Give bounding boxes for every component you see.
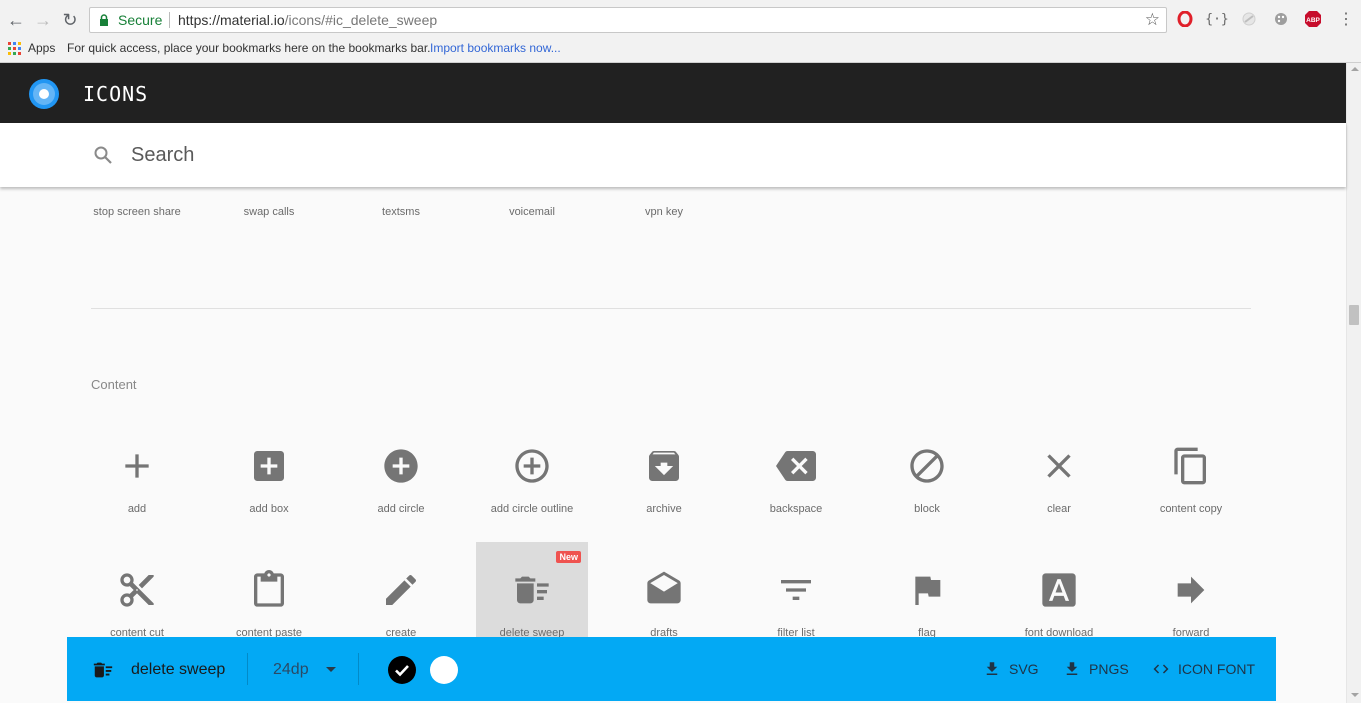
flag-icon xyxy=(915,576,941,605)
icon-tile-content-copy[interactable]: content copy xyxy=(1135,426,1247,538)
create-icon xyxy=(386,574,417,605)
bar-separator xyxy=(358,653,359,685)
search-icon xyxy=(94,146,112,164)
icon-label[interactable]: voicemail xyxy=(466,206,598,218)
icon-tile-clear[interactable]: clear xyxy=(1003,426,1115,538)
section-title: Content xyxy=(91,377,137,392)
search-bar xyxy=(0,123,1346,187)
code-icon xyxy=(1153,664,1169,674)
lightbeam-icon[interactable] xyxy=(1239,9,1259,29)
address-bar[interactable]: Secure https://material.io/icons/#ic_del… xyxy=(89,7,1167,33)
apps-link[interactable]: Apps xyxy=(28,37,55,59)
icon-label: archive xyxy=(646,503,682,515)
content-copy-icon xyxy=(1174,447,1206,485)
icon-label[interactable]: swap calls xyxy=(203,206,335,218)
download-svg-button[interactable]: SVG xyxy=(983,659,1039,679)
bookmark-star-icon[interactable]: ☆ xyxy=(1145,8,1160,32)
material-logo-icon[interactable] xyxy=(29,79,59,109)
download-pngs-button[interactable]: PNGS xyxy=(1063,659,1129,679)
icon-tile-add[interactable]: add xyxy=(81,426,193,538)
chevron-down-icon[interactable] xyxy=(326,667,336,672)
new-badge: New xyxy=(556,551,581,563)
color-swatch-dark[interactable] xyxy=(388,656,416,684)
size-select[interactable]: 24dp xyxy=(273,661,309,679)
page-title: ICONS xyxy=(83,82,149,106)
search-input[interactable] xyxy=(131,141,731,169)
apps-grid-icon[interactable] xyxy=(8,42,21,55)
icon-font-label: ICON FONT xyxy=(1178,661,1255,677)
icon-font-button[interactable]: ICON FONT xyxy=(1152,659,1255,679)
opera-icon[interactable] xyxy=(1175,9,1195,29)
palette-icon[interactable] xyxy=(1271,9,1291,29)
section-divider xyxy=(91,308,1251,309)
adblock-plus-text: ABP xyxy=(1306,17,1320,24)
icon-label: backspace xyxy=(769,503,823,515)
forward-nav-icon[interactable]: → xyxy=(33,8,53,32)
icon-label: add box xyxy=(249,503,289,515)
clear-icon xyxy=(1047,454,1071,478)
archive-icon xyxy=(649,451,679,481)
icon-tile-add-box[interactable]: add box xyxy=(213,426,325,538)
selected-icon-name: delete sweep xyxy=(131,661,226,678)
delete-sweep-icon xyxy=(515,576,549,604)
download-icon xyxy=(1066,662,1078,675)
icon-tile-add-circle[interactable]: add circle xyxy=(345,426,457,538)
url-text[interactable]: https://material.io/icons/#ic_delete_swe… xyxy=(178,8,437,32)
page-scrollbar[interactable] xyxy=(1346,63,1361,703)
icon-label: add circle outline xyxy=(490,503,574,515)
secure-label: Secure xyxy=(118,12,163,28)
icon-tile-backspace[interactable]: backspace xyxy=(740,426,852,538)
import-bookmarks-link[interactable]: Import bookmarks now... xyxy=(430,37,561,59)
icon-label[interactable]: stop screen share xyxy=(71,206,203,218)
icon-label: add circle xyxy=(377,503,425,515)
scroll-down-icon[interactable] xyxy=(1351,693,1359,697)
icon-label[interactable]: textsms xyxy=(335,206,467,218)
check-icon xyxy=(395,665,409,677)
forward-icon xyxy=(1177,576,1205,604)
icon-label: add xyxy=(127,503,147,515)
url-path: /icons/#ic_delete_sweep xyxy=(284,12,438,28)
download-pngs-label: PNGS xyxy=(1089,661,1129,677)
url-host: https://material.io xyxy=(178,12,285,28)
lock-icon xyxy=(100,14,108,26)
selected-icon-bar: delete sweep 24dp SVG PNGS ICON FONT xyxy=(67,637,1276,701)
icon-tile-add-circle-outline[interactable]: add circle outline xyxy=(476,426,588,538)
add-icon xyxy=(125,454,149,478)
menu-icon[interactable]: ⋮ xyxy=(1336,9,1356,29)
content-cut-icon xyxy=(120,573,154,607)
scroll-thumb[interactable] xyxy=(1349,305,1359,325)
bookmarks-bar: Apps For quick access, place your bookma… xyxy=(0,37,1361,61)
icon-grid-area: stop screen share swap calls textsms voi… xyxy=(0,187,1346,703)
icon-tile-archive[interactable]: archive xyxy=(608,426,720,538)
bookmarks-hint: For quick access, place your bookmarks h… xyxy=(67,41,431,55)
add-circle-icon xyxy=(384,449,418,483)
back-icon[interactable]: ← xyxy=(6,8,26,32)
app-bar: ICONS xyxy=(0,63,1346,123)
download-icon xyxy=(986,662,998,675)
icon-label: block xyxy=(914,503,940,515)
color-swatch-light[interactable] xyxy=(430,656,458,684)
font-download-icon xyxy=(1042,573,1076,607)
icon-label[interactable]: vpn key xyxy=(598,206,730,218)
add-box-icon xyxy=(254,451,284,481)
delete-sweep-icon xyxy=(93,662,113,678)
block-icon xyxy=(910,449,944,483)
add-circle-outline-icon xyxy=(515,449,549,483)
content-paste-icon xyxy=(254,570,284,607)
json-viewer-icon[interactable]: {·} xyxy=(1205,9,1228,29)
browser-toolbar: ← → ↻ Secure https://material.io/icons/#… xyxy=(0,0,1361,63)
bar-separator xyxy=(247,653,248,685)
backspace-icon xyxy=(776,451,816,481)
icon-tile-block[interactable]: block xyxy=(871,426,983,538)
scroll-up-icon[interactable] xyxy=(1351,67,1359,71)
drafts-icon xyxy=(647,571,681,604)
filter-list-icon xyxy=(781,580,811,600)
icon-label: content copy xyxy=(1159,503,1223,515)
omnibox-separator xyxy=(169,12,170,28)
download-svg-label: SVG xyxy=(1009,661,1039,677)
reload-icon[interactable]: ↻ xyxy=(60,8,80,32)
icon-label: clear xyxy=(1047,503,1071,515)
adblock-plus-icon[interactable]: ABP xyxy=(1303,9,1323,29)
